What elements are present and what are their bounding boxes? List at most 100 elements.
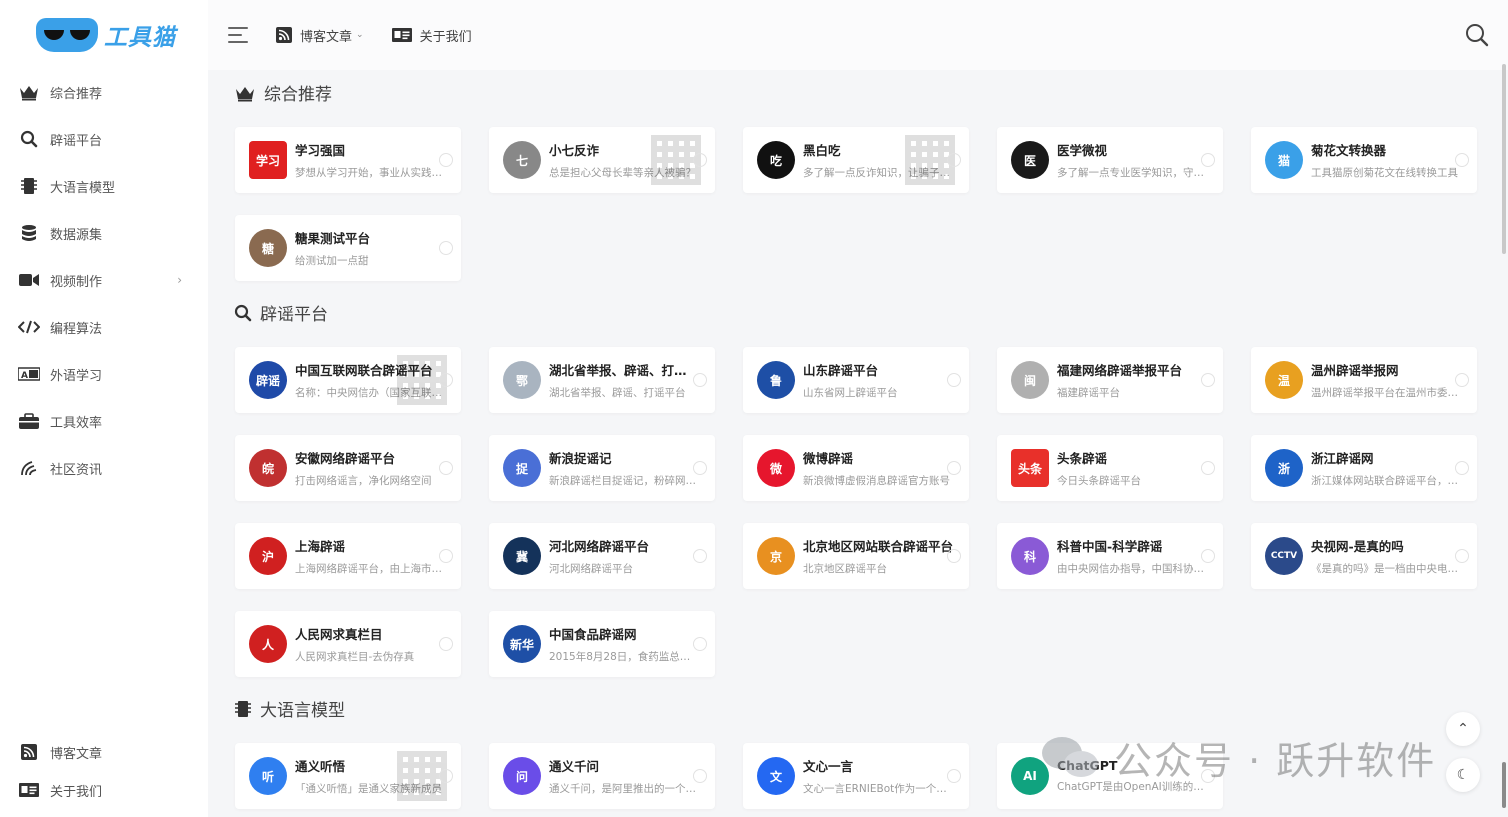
external-link-icon[interactable] [947,549,961,563]
search-icon[interactable] [1464,22,1490,48]
site-card[interactable]: 闽 福建网络辟谣举报平台 福建辟谣平台 [997,347,1223,413]
sidebar-item-label: 外语学习 [50,368,103,384]
sidebar-item[interactable]: 社区资讯 [0,450,208,486]
wechat-icon [1042,736,1100,779]
site-card[interactable]: 鲁 山东辟谣平台 山东省网上辟谣平台 [743,347,969,413]
sidebar-item[interactable]: 数据源集 [0,215,208,251]
site-card[interactable]: 吃黑白吃多了解一点反诈知识，让骗子无从下手 [743,127,969,193]
site-logo-mark: 鄂 [515,373,528,388]
site-logo-icon: 鲁 [757,361,795,399]
site-logo-icon: CCTV [1265,537,1303,575]
site-card[interactable]: 头条 头条辟谣 今日头条辟谣平台 [997,435,1223,501]
external-link-icon[interactable] [693,549,707,563]
theme-toggle-button[interactable]: ☾ [1446,758,1480,792]
site-card[interactable]: CCTV 央视网-是真的吗《是真的吗》是一档由中央电视台制作的节目 [1251,523,1477,589]
header-link-blog[interactable]: 博客文章 ⌄ [276,26,364,45]
card-title: 北京地区网站联合辟谣平台 [803,539,953,554]
external-link-icon[interactable] [693,153,707,167]
site-card[interactable]: 文 文心一言文心一言ERNIEBot作为一个人工智能语言模型 [743,743,969,809]
sidebar-item[interactable]: 工具效率 [0,403,208,439]
site-card[interactable]: 浙 浙江辟谣网浙江媒体网站联合辟谣平台，由浙江网信办主办 [1251,435,1477,501]
external-link-icon[interactable] [1455,549,1469,563]
external-link-icon[interactable] [1455,373,1469,387]
site-card[interactable]: 京 北京地区网站联合辟谣平台 北京地区辟谣平台 [743,523,969,589]
external-link-icon[interactable] [439,373,453,387]
sidebar-item[interactable]: 综合推荐 [0,74,208,110]
site-card[interactable]: 糖 糖果测试平台 给测试加一点甜 [235,215,461,281]
site-card[interactable]: 沪 上海辟谣上海网络辟谣平台，由上海市委网信办主办 [235,523,461,589]
card-description: 梦想从学习开始，事业从实践起步 [295,167,445,179]
scrollbar-thumb-secondary[interactable] [1502,762,1506,808]
site-card[interactable]: 学习 学习强国 梦想从学习开始，事业从实践起步 [235,127,461,193]
site-card[interactable]: 猫 菊花文转换器 工具猫原创菊花文在线转换工具 [1251,127,1477,193]
site-card[interactable]: 人 人民网求真栏目 人民网求真栏目-去伪存真 [235,611,461,677]
sidebar-footer-item[interactable]: 博客文章 [0,734,208,770]
card-title: 浙江辟谣网 [1311,451,1374,466]
external-link-icon[interactable] [947,373,961,387]
section-title: 辟谣平台 [234,300,328,325]
external-link-icon[interactable] [439,461,453,475]
site-card[interactable]: 微 微博辟谣 新浪微博虚假消息辟谣官方账号 [743,435,969,501]
site-logo-icon: 糖 [249,229,287,267]
site-card[interactable]: 问 通义千问通义千问，是阿里推出的一个超大规模语言模型 [489,743,715,809]
external-link-icon[interactable] [693,637,707,651]
external-link-icon[interactable] [1201,373,1215,387]
external-link-icon[interactable] [1201,153,1215,167]
card-title: 头条辟谣 [1057,451,1108,466]
site-logo-icon: 头条 [1011,449,1049,487]
external-link-icon[interactable] [1455,153,1469,167]
site-card[interactable]: 新华 中国食品辟谣网 2015年8月28日，食药监总局主办 [489,611,715,677]
sidebar-item-label: 视频制作 [50,274,103,290]
site-logo-mark: 皖 [261,461,274,476]
site-card[interactable]: 温 温州辟谣举报网温州辟谣举报平台在温州市委网信办指导下 [1251,347,1477,413]
sidebar-item[interactable]: A 外语学习 [0,356,208,392]
external-link-icon[interactable] [1201,549,1215,563]
external-link-icon[interactable] [439,637,453,651]
external-link-icon[interactable] [1201,461,1215,475]
external-link-icon[interactable] [439,153,453,167]
site-card[interactable]: 听通义听悟 「通义听悟」是通义家族新成员 [235,743,461,809]
site-logo-icon: 捉 [503,449,541,487]
site-card[interactable]: 捉 新浪捉谣记新浪辟谣栏目捉谣记，粉碎网络谣言 [489,435,715,501]
site-card[interactable]: 七小七反诈 总是担心父母长辈等亲人被骗？ [489,127,715,193]
sidebar-item[interactable]: 大语言模型 [0,168,208,204]
site-logo-mark: 听 [261,769,274,784]
rss-icon [276,27,292,43]
site-card[interactable]: 辟谣中国互联网联合辟谣平台名称：中央网信办（国家互联网信息办公室） [235,347,461,413]
external-link-icon[interactable] [693,461,707,475]
site-card[interactable]: 医 医学微视多了解一点专业医学知识，守护健康 [997,127,1223,193]
external-link-icon[interactable] [947,769,961,783]
sidebar-footer-item[interactable]: 关于我们 [0,772,208,808]
translate-icon: A [18,363,40,385]
site-logo-icon: 听 [249,757,287,795]
menu-toggle-icon[interactable] [228,27,248,43]
site-logo-mark: 人 [261,637,274,652]
site-logo-icon: 辟谣 [249,361,287,399]
site-logo-icon: 人 [249,625,287,663]
card-title: 湖北省举报、辟谣、打谣平台 [549,363,699,378]
site-card[interactable]: 皖 安徽网络辟谣平台 打击网络谣言，净化网络空间 [235,435,461,501]
site-card[interactable]: 冀河北网络辟谣平台 河北网络辟谣平台 [489,523,715,589]
external-link-icon[interactable] [947,153,961,167]
scrollbar-thumb[interactable] [1502,64,1506,254]
sidebar-item[interactable]: 视频制作 › [0,262,208,298]
logo[interactable]: 工具猫 [0,0,208,70]
external-link-icon[interactable] [693,373,707,387]
card-title: 科普中国-科学辟谣 [1057,539,1163,554]
site-card[interactable]: 鄂湖北省举报、辟谣、打谣平台 湖北省举报、辟谣、打谣平台 [489,347,715,413]
external-link-icon[interactable] [693,769,707,783]
back-to-top-button[interactable]: ⌃ [1446,712,1480,746]
card-description: 新浪微博虚假消息辟谣官方账号 [803,475,950,487]
sidebar-item[interactable]: 辟谣平台 [0,121,208,157]
site-logo-icon: 医 [1011,141,1049,179]
site-logo-icon: 新华 [503,625,541,663]
external-link-icon[interactable] [439,241,453,255]
external-link-icon[interactable] [439,549,453,563]
card-description: 新浪辟谣栏目捉谣记，粉碎网络谣言 [549,475,699,487]
header-link-about[interactable]: 关于我们 [391,26,472,45]
external-link-icon[interactable] [1455,461,1469,475]
site-card[interactable]: 科 科普中国-科学辟谣由中央网信办指导，中国科协科普部主办 [997,523,1223,589]
external-link-icon[interactable] [439,769,453,783]
sidebar-item[interactable]: 编程算法 [0,309,208,345]
external-link-icon[interactable] [947,461,961,475]
